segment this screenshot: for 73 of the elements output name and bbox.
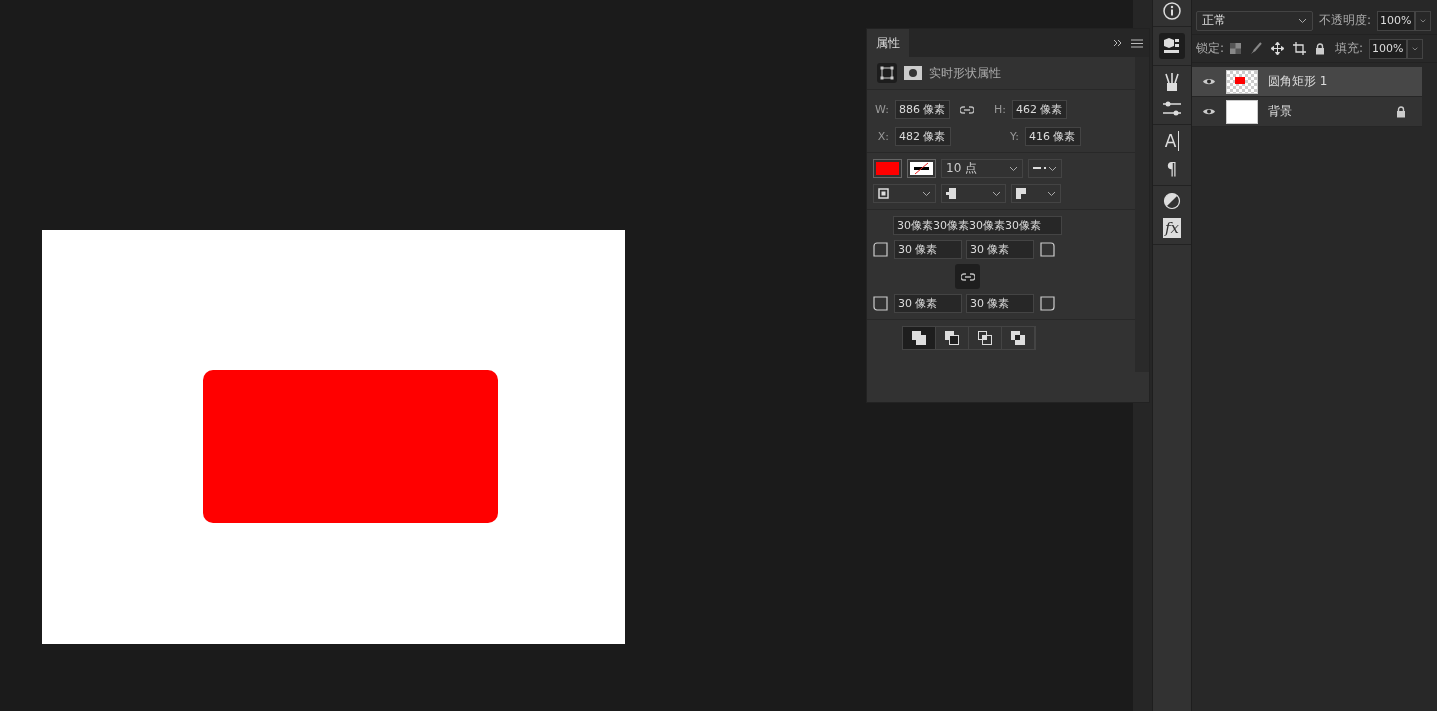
layer-name: 背景	[1268, 103, 1293, 120]
align-stroke-dropdown[interactable]	[873, 184, 936, 203]
join-dropdown[interactable]	[1011, 184, 1061, 203]
shape-transform-icon[interactable]	[877, 63, 897, 83]
eye-icon[interactable]	[1202, 77, 1216, 86]
stroke-width-dropdown[interactable]: 10 点	[941, 159, 1023, 178]
chevron-icon	[992, 190, 1001, 197]
layer-thumbnail	[1226, 99, 1258, 124]
corner-radius-field[interactable]: 30 像素	[894, 240, 962, 259]
link-icon	[960, 272, 975, 281]
corner-icon	[873, 296, 888, 311]
stroke-type-dropdown[interactable]	[1028, 159, 1062, 178]
corner-icon	[1040, 296, 1055, 311]
chevron-icon	[1047, 190, 1056, 197]
fill-swatch[interactable]	[873, 159, 902, 178]
fill-label: 填充:	[1335, 40, 1364, 57]
y-field[interactable]: 416 像素	[1025, 127, 1081, 146]
chevron-icon	[922, 190, 931, 197]
corner-icon	[1040, 242, 1055, 257]
stroke-align-icon	[878, 188, 889, 199]
lock-all-icon	[1315, 42, 1326, 55]
line-join-icon	[1016, 188, 1026, 199]
opacity-label: 不透明度:	[1319, 12, 1372, 29]
styles-icon[interactable]: fx	[1163, 218, 1181, 238]
all-corners-field[interactable]: 30像素30像素30像素30像素	[893, 216, 1062, 235]
corner-radius-field[interactable]: 30 像素	[966, 294, 1034, 313]
layer-thumbnail	[1226, 69, 1258, 94]
collapse-icon[interactable]	[1113, 39, 1123, 47]
no-stroke-swatch[interactable]	[907, 159, 936, 178]
paragraph-icon[interactable]: ¶	[1166, 159, 1178, 179]
lock-label: 锁定:	[1196, 40, 1225, 57]
properties-tab[interactable]: 属性	[867, 29, 909, 57]
mask-icon[interactable]	[904, 66, 922, 80]
panel-subtitle: 实时形状属性	[929, 64, 1001, 82]
chevron-icon	[1048, 165, 1057, 172]
corner-radius-field[interactable]: 30 像素	[894, 294, 962, 313]
height-field[interactable]: 462 像素	[1012, 100, 1067, 119]
brush-icon[interactable]	[1250, 42, 1263, 55]
layer-name: 圆角矩形 1	[1268, 73, 1329, 90]
x-field[interactable]: 482 像素	[895, 127, 951, 146]
chevron-icon	[1009, 165, 1018, 172]
chevron-icon	[1298, 17, 1307, 24]
width-field[interactable]: 886 像素	[895, 100, 950, 119]
layer-row[interactable]: 背景	[1192, 97, 1422, 127]
link-icon[interactable]	[960, 105, 974, 114]
adjustment-icon[interactable]	[1163, 192, 1181, 210]
3d-cube-icon[interactable]	[1159, 33, 1185, 59]
corner-icon	[873, 242, 888, 257]
x-label: X:	[876, 130, 889, 143]
chevron-icon	[1412, 45, 1419, 52]
checkerboard-icon[interactable]	[1230, 43, 1242, 54]
corner-radius-field[interactable]: 30 像素	[966, 240, 1034, 259]
cap-dropdown[interactable]	[941, 184, 1006, 203]
dash-line-icon	[1033, 167, 1047, 170]
link-corners-button[interactable]	[955, 264, 980, 289]
fill-field[interactable]: 100%	[1369, 38, 1408, 59]
height-label: H:	[993, 103, 1006, 116]
info-icon[interactable]	[1163, 2, 1181, 20]
line-cap-icon	[946, 188, 956, 199]
width-label: W:	[874, 103, 889, 116]
blend-mode-dropdown[interactable]: 正常	[1196, 10, 1313, 31]
move-icon[interactable]	[1271, 42, 1285, 55]
lock-icon	[1396, 105, 1406, 118]
y-label: Y:	[1009, 130, 1019, 143]
eye-icon[interactable]	[1202, 107, 1216, 116]
brushes-icon[interactable]	[1163, 72, 1181, 92]
layer-row[interactable]: 圆角矩形 1	[1192, 67, 1422, 97]
crop-frame-icon[interactable]	[1293, 42, 1307, 55]
menu-icon[interactable]	[1131, 38, 1143, 48]
chevron-icon	[1420, 17, 1427, 24]
opacity-field[interactable]: 100%	[1377, 10, 1416, 31]
combine-shapes-icon[interactable]	[903, 327, 936, 349]
sliders-icon[interactable]	[1162, 100, 1182, 118]
